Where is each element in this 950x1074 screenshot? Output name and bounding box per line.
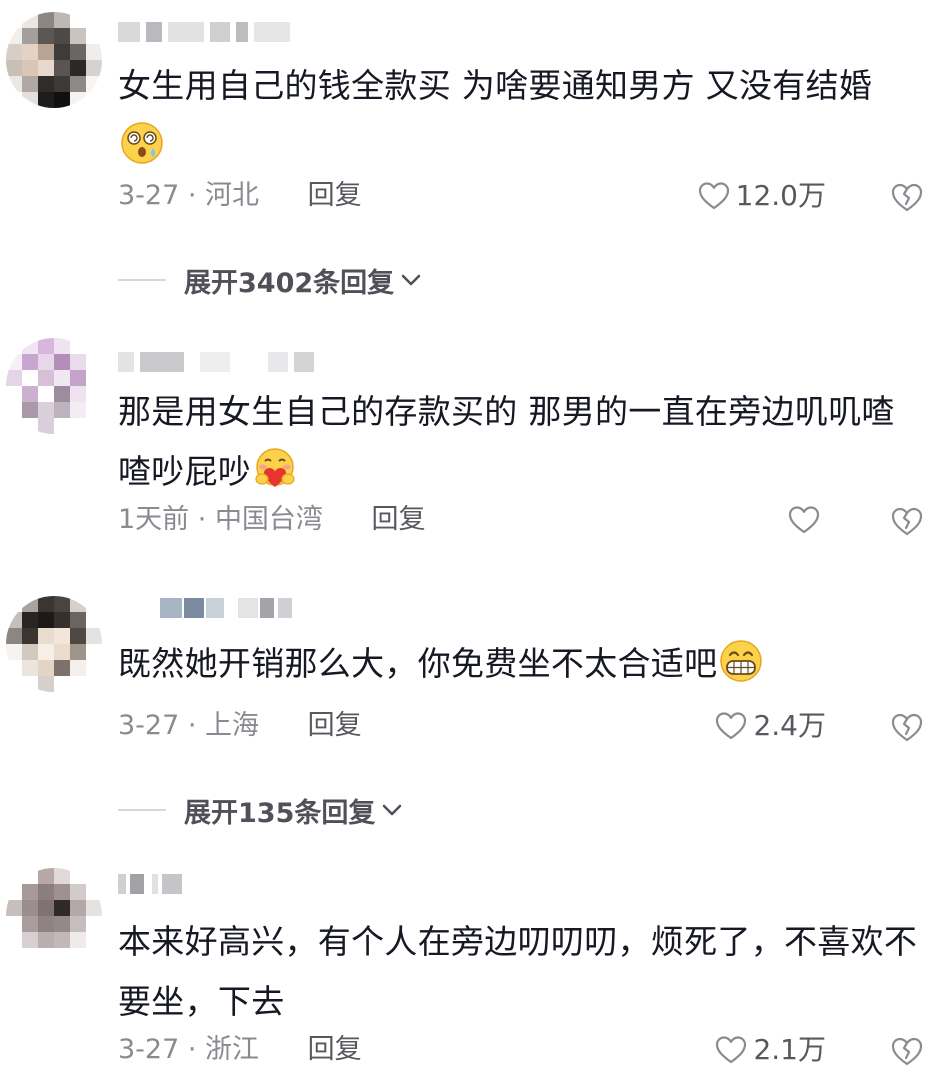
like-count: 12.0万 xyxy=(735,179,826,212)
like-button[interactable]: 12.0万 xyxy=(698,176,826,216)
like-count: 2.4万 xyxy=(753,709,826,742)
avatar[interactable] xyxy=(6,12,102,108)
broken-heart-icon[interactable] xyxy=(890,504,924,538)
comment-text: 那是用女生自己的存款买的 那男的一直在旁边叽叽喳喳吵屁吵 xyxy=(118,382,918,502)
broken-heart-icon[interactable] xyxy=(890,180,924,214)
comment-location: 中国台湾 xyxy=(214,504,323,535)
avatar[interactable] xyxy=(6,868,102,964)
expand-replies-label: 展开135条回复 xyxy=(184,797,376,829)
like-count: 2.1万 xyxy=(753,1033,826,1066)
reply-button[interactable]: 回复 xyxy=(372,500,426,540)
comment-date: 3-27 xyxy=(118,1034,180,1065)
username-blurred[interactable] xyxy=(118,594,318,620)
like-button[interactable]: 2.1万 xyxy=(715,1030,826,1070)
chevron-down-icon xyxy=(401,274,421,286)
meta-separator: · xyxy=(179,1034,206,1065)
expand-replies-button[interactable]: 展开3402条回复 xyxy=(118,260,422,300)
comment-meta: 1天前 · 中国台湾 回复 xyxy=(118,500,426,540)
reply-button[interactable]: 回复 xyxy=(308,706,362,746)
comment-text-content: 女生用自己的钱全款买 为啥要通知男方 又没有结婚 xyxy=(118,66,873,105)
divider-line xyxy=(118,809,166,811)
reply-button[interactable]: 回复 xyxy=(308,176,362,216)
broken-heart-icon[interactable] xyxy=(890,710,924,744)
like-button[interactable] xyxy=(788,500,826,540)
comment-location: 上海 xyxy=(205,710,260,741)
username-blurred[interactable] xyxy=(118,18,318,44)
comment-text-content: 那是用女生自己的存款买的 那男的一直在旁边叽叽喳喳吵屁吵 xyxy=(118,392,895,491)
comment-date: 1天前 xyxy=(118,504,190,535)
comment-location: 河北 xyxy=(205,180,260,211)
comment-text: 女生用自己的钱全款买 为啥要通知男方 又没有结婚 xyxy=(118,56,918,176)
comment-date: 3-27 xyxy=(118,710,180,741)
comment-text: 本来好高兴，有个人在旁边叨叨叨，烦死了，不喜欢不要坐，下去 xyxy=(118,912,918,1032)
expand-replies-label: 展开3402条回复 xyxy=(184,267,395,299)
comment-text-content: 既然她开销那么大，你免费坐不太合适吧 xyxy=(118,644,718,683)
username-blurred[interactable] xyxy=(118,348,318,374)
heart-outline-icon xyxy=(698,182,729,210)
heart-outline-icon xyxy=(716,712,747,740)
heart-outline-icon xyxy=(716,1036,747,1064)
grin-emoji xyxy=(720,640,763,682)
comment-text-content: 本来好高兴，有个人在旁边叨叨叨，烦死了，不喜欢不要坐，下去 xyxy=(118,922,918,1021)
comment-meta: 3-27 · 河北 回复 xyxy=(118,176,362,216)
broken-heart-icon[interactable] xyxy=(890,1034,924,1068)
heart-outline-icon xyxy=(788,506,820,534)
comment-location: 浙江 xyxy=(205,1034,260,1065)
expand-replies-button[interactable]: 展开135条回复 xyxy=(118,790,403,830)
like-button[interactable]: 2.4万 xyxy=(715,706,826,746)
heart-hug-emoji xyxy=(255,448,295,487)
username-blurred[interactable] xyxy=(118,870,318,896)
comment-text: 既然她开销那么大，你免费坐不太合适吧 xyxy=(118,634,918,694)
comment-date: 3-27 xyxy=(118,180,180,211)
dizzy-face-emoji xyxy=(121,122,163,164)
meta-separator: · xyxy=(189,504,215,535)
comment-meta: 3-27 · 上海 回复 xyxy=(118,706,362,746)
avatar[interactable] xyxy=(6,338,102,434)
meta-separator: · xyxy=(179,710,206,741)
meta-separator: · xyxy=(179,180,206,211)
comment-meta: 3-27 · 浙江 回复 xyxy=(118,1030,362,1070)
chevron-down-icon xyxy=(383,804,402,816)
avatar[interactable] xyxy=(6,596,102,692)
reply-button[interactable]: 回复 xyxy=(308,1030,362,1070)
divider-line xyxy=(118,279,166,281)
